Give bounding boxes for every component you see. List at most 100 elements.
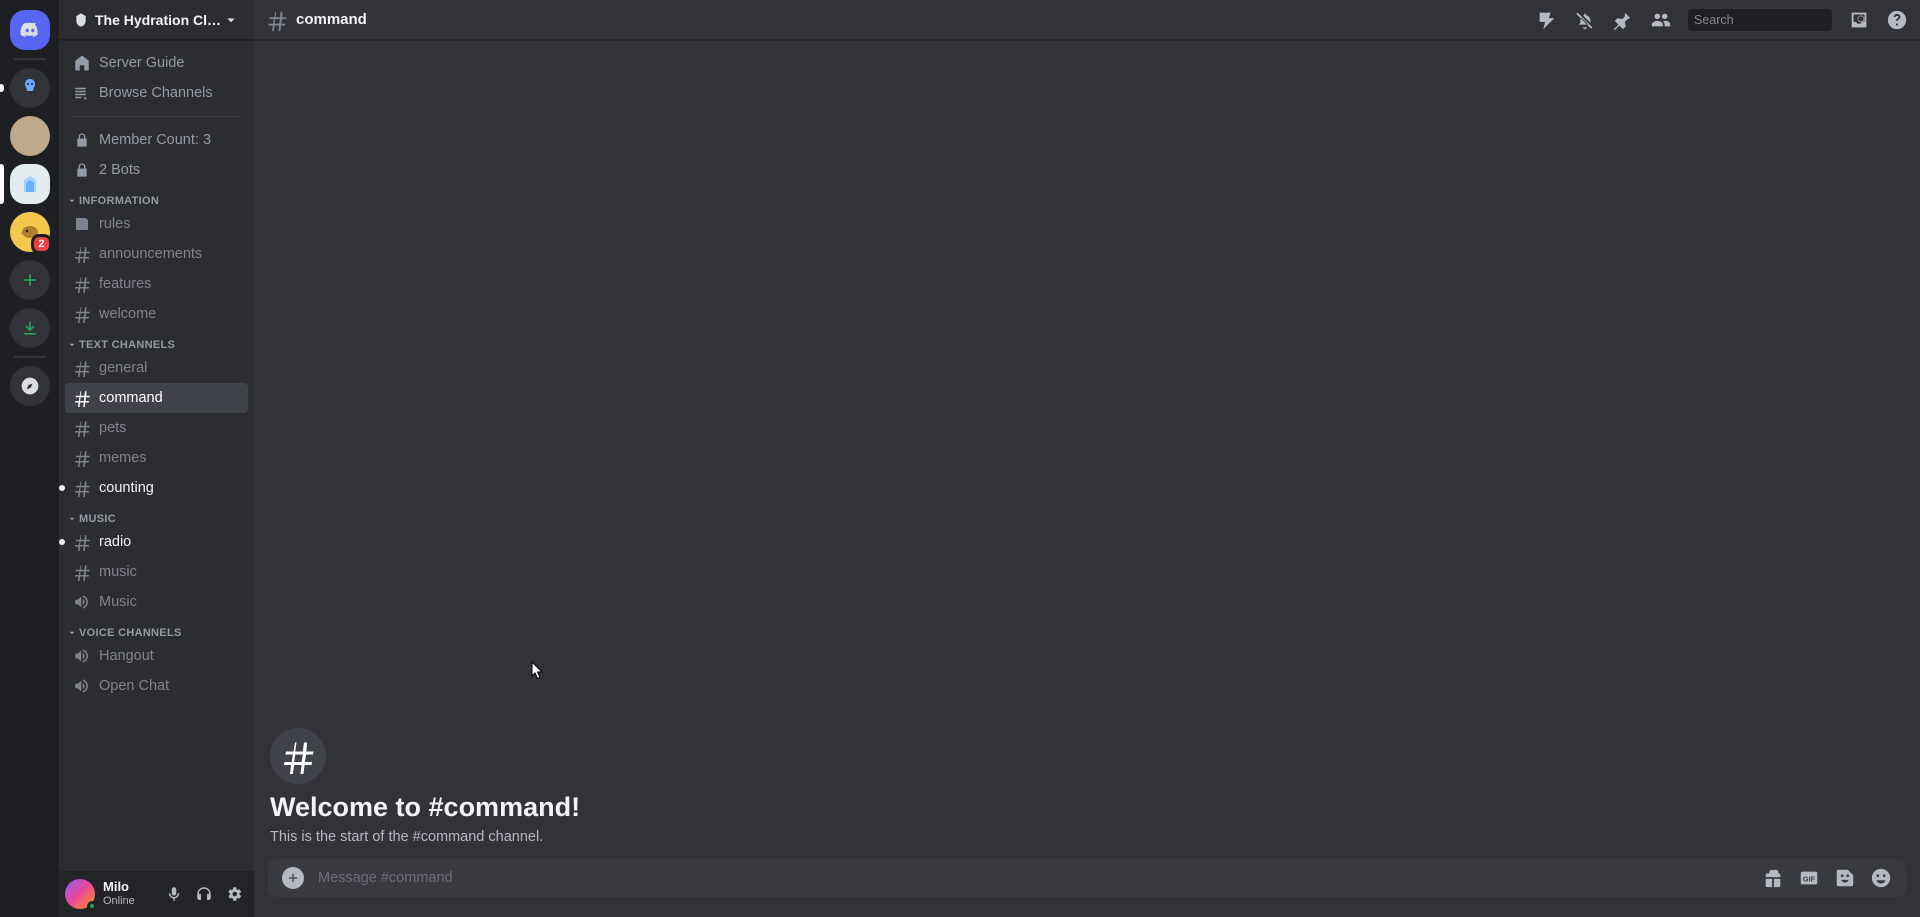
channels-scroll[interactable]: Server Guide Browse Channels Member Coun… (59, 40, 254, 871)
hash-icon (73, 245, 91, 263)
channel-label: Music (99, 592, 137, 612)
download-apps-button[interactable] (10, 308, 50, 348)
add-server-button[interactable] (10, 260, 50, 300)
composer (254, 859, 1920, 917)
channel-title: command (296, 11, 1536, 28)
lock-icon (73, 161, 91, 179)
lock-icon (73, 131, 91, 149)
server-avatar-1[interactable] (10, 68, 50, 108)
message-input[interactable] (318, 870, 1762, 886)
text-channel-welcome[interactable]: welcome (65, 299, 248, 329)
speaker-icon (73, 593, 91, 611)
hash-icon (73, 305, 91, 323)
welcome-subtitle: This is the start of the #command channe… (270, 829, 1904, 845)
home-button[interactable] (10, 10, 50, 50)
nav-label: Server Guide (99, 53, 184, 73)
gift-button[interactable] (1762, 867, 1784, 889)
category-header[interactable]: MUSIC (65, 503, 248, 527)
welcome-title: Welcome to #command! (270, 792, 1904, 823)
voice-channel-hangout[interactable]: Hangout (65, 641, 248, 671)
hash-icon (270, 728, 326, 784)
hash-icon (73, 419, 91, 437)
deafen-button[interactable] (190, 880, 218, 908)
text-channel-music[interactable]: music (65, 557, 248, 587)
user-name: Milo (103, 880, 160, 894)
category-label: TEXT CHANNELS (79, 339, 175, 351)
category-header[interactable]: INFORMATION (65, 185, 248, 209)
sticker-button[interactable] (1834, 867, 1856, 889)
hash-icon (73, 275, 91, 293)
server-list: 2 (0, 0, 59, 917)
channel-label: general (99, 358, 147, 378)
category-header[interactable]: VOICE CHANNELS (65, 617, 248, 641)
text-channel-features[interactable]: features (65, 269, 248, 299)
threads-button[interactable] (1536, 9, 1558, 31)
hash-icon (266, 9, 288, 31)
category-header[interactable]: TEXT CHANNELS (65, 329, 248, 353)
server-avatar-4[interactable]: 2 (10, 212, 50, 252)
rules-icon (73, 215, 91, 233)
nav-label: 2 Bots (99, 160, 140, 180)
channel-label: features (99, 274, 151, 294)
channel-welcome: Welcome to #command! This is the start o… (254, 728, 1920, 859)
search-input[interactable] (1694, 13, 1855, 27)
attach-button[interactable] (282, 867, 304, 889)
voice-channel-open chat[interactable]: Open Chat (65, 671, 248, 701)
home-icon (73, 54, 91, 72)
speaker-icon (73, 677, 91, 695)
channel-label: announcements (99, 244, 202, 264)
bots-count[interactable]: 2 Bots (65, 155, 248, 185)
explore-button[interactable] (10, 366, 50, 406)
chevron-down-icon (67, 340, 77, 350)
hash-icon (73, 479, 91, 497)
server-badge: 2 (31, 234, 51, 254)
hash-icon (73, 533, 91, 551)
user-settings-button[interactable] (220, 880, 248, 908)
text-channel-counting[interactable]: counting (65, 473, 248, 503)
notifications-button[interactable] (1574, 9, 1596, 31)
nav-label: Browse Channels (99, 83, 213, 103)
channel-label: Open Chat (99, 676, 169, 696)
voice-channel-music[interactable]: Music (65, 587, 248, 617)
text-channel-general[interactable]: general (65, 353, 248, 383)
member-count[interactable]: Member Count: 3 (65, 125, 248, 155)
channel-label: counting (99, 478, 154, 498)
help-button[interactable] (1886, 9, 1908, 31)
search-box[interactable] (1688, 9, 1832, 31)
text-channel-announcements[interactable]: announcements (65, 239, 248, 269)
server-list-separator (14, 356, 46, 358)
text-channel-rules[interactable]: rules (65, 209, 248, 239)
chevron-down-icon (222, 11, 240, 29)
browse-channels[interactable]: Browse Channels (65, 78, 248, 108)
text-channel-pets[interactable]: pets (65, 413, 248, 443)
category-label: MUSIC (79, 513, 116, 525)
server-header[interactable]: The Hydration Club (59, 0, 254, 40)
user-avatar[interactable] (65, 879, 95, 909)
boost-icon (73, 12, 89, 28)
channel-sidebar: The Hydration Club Server Guide Browse C… (59, 0, 254, 917)
chevron-down-icon (67, 628, 77, 638)
members-button[interactable] (1650, 9, 1672, 31)
nav-label: Member Count: 3 (99, 130, 211, 150)
emoji-button[interactable] (1870, 867, 1892, 889)
inbox-button[interactable] (1848, 9, 1870, 31)
pinned-button[interactable] (1612, 9, 1634, 31)
chevron-down-icon (67, 196, 77, 206)
mute-mic-button[interactable] (160, 880, 188, 908)
hash-icon (73, 563, 91, 581)
gif-button[interactable] (1798, 867, 1820, 889)
server-list-separator (14, 58, 46, 60)
user-info[interactable]: Milo Online (103, 880, 160, 908)
server-avatar-2[interactable] (10, 116, 50, 156)
text-channel-memes[interactable]: memes (65, 443, 248, 473)
chat-body: Welcome to #command! This is the start o… (254, 40, 1920, 859)
server-avatar-active[interactable] (10, 164, 50, 204)
channel-label: Hangout (99, 646, 154, 666)
category-label: VOICE CHANNELS (79, 627, 182, 639)
text-channel-command[interactable]: command (65, 383, 248, 413)
sidebar-separator (73, 116, 240, 117)
text-channel-radio[interactable]: radio (65, 527, 248, 557)
channel-topbar: command (254, 0, 1920, 40)
user-status: Online (103, 894, 160, 908)
server-guide[interactable]: Server Guide (65, 48, 248, 78)
